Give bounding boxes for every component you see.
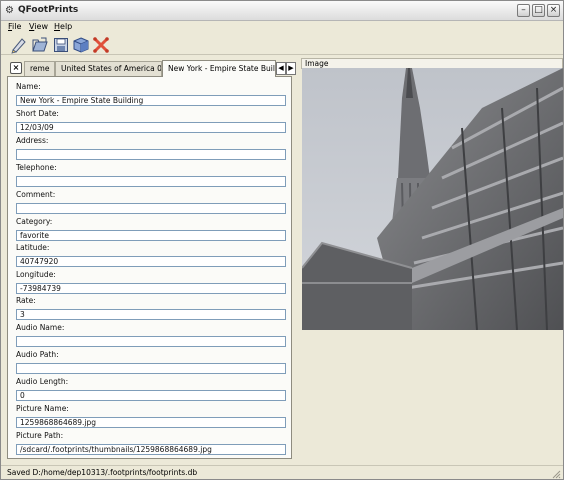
close-window-button[interactable]: ×	[547, 4, 560, 17]
longitude-label: Longitude:	[16, 270, 56, 279]
audio-name-field[interactable]	[16, 336, 286, 347]
menu-help-label: elp	[60, 22, 73, 31]
picture-path-field[interactable]: /sdcard/.footprints/thumbnails/125986886…	[16, 444, 286, 455]
comment-field[interactable]	[16, 203, 286, 214]
new-icon[interactable]	[10, 36, 28, 54]
building-photo	[302, 68, 563, 330]
window-title: QFootPrints	[18, 5, 79, 15]
latitude-label: Latitude:	[16, 243, 50, 252]
telephone-field[interactable]	[16, 176, 286, 187]
tab-usa[interactable]: United States of America 009	[55, 61, 162, 76]
audio-name-label: Audio Name:	[16, 323, 65, 332]
status-text: Saved D:/home/dep10313/.footprints/footp…	[7, 468, 198, 477]
menu-file-label: ile	[12, 22, 22, 31]
open-icon[interactable]	[31, 36, 49, 54]
name-field[interactable]: New York - Empire State Building	[16, 95, 286, 106]
menu-view[interactable]: View	[29, 22, 48, 31]
status-bar: Saved D:/home/dep10313/.footprints/footp…	[1, 465, 563, 479]
cube-icon[interactable]	[72, 36, 90, 54]
short-date-field[interactable]: 12/03/09	[16, 122, 286, 133]
menu-view-label: iew	[34, 22, 48, 31]
address-label: Address:	[16, 136, 49, 145]
picture-path-label: Picture Path:	[16, 431, 64, 440]
minimize-button[interactable]: –	[517, 4, 530, 17]
menu-bar: File View Help	[1, 21, 563, 34]
audio-path-label: Audio Path:	[16, 350, 59, 359]
rate-field[interactable]: 3	[16, 309, 286, 320]
address-field[interactable]	[16, 149, 286, 160]
latitude-field[interactable]: 40747920	[16, 256, 286, 267]
category-label: Category:	[16, 217, 53, 226]
tab-bar: × reme United States of America 009 New …	[7, 60, 296, 77]
picture-name-field[interactable]: 1259868864689.jpg	[16, 417, 286, 428]
tab-empire-state[interactable]: New York - Empire State Building	[162, 60, 276, 77]
tab-reme[interactable]: reme	[24, 61, 55, 76]
rate-label: Rate:	[16, 296, 36, 305]
telephone-label: Telephone:	[16, 163, 57, 172]
save-icon[interactable]	[52, 36, 70, 54]
tab-scroll-left-icon[interactable]: ◀	[276, 62, 286, 75]
audio-length-field[interactable]: 0	[16, 390, 286, 401]
category-field[interactable]: favorite	[16, 230, 286, 241]
close-icon[interactable]	[92, 36, 110, 54]
tab-scroll-right-icon[interactable]: ▶	[286, 62, 296, 75]
name-label: Name:	[16, 82, 41, 91]
maximize-button[interactable]: □	[532, 4, 545, 17]
short-date-label: Short Date:	[16, 109, 59, 118]
details-form: Name: New York - Empire State Building S…	[7, 76, 292, 459]
title-bar[interactable]: ⚙ QFootPrints – □ ×	[1, 1, 563, 21]
close-tab-button[interactable]: ×	[10, 62, 22, 74]
comment-label: Comment:	[16, 190, 56, 199]
picture-name-label: Picture Name:	[16, 404, 69, 413]
longitude-field[interactable]: -73984739	[16, 283, 286, 294]
audio-path-field[interactable]	[16, 363, 286, 374]
toolbar	[1, 34, 563, 55]
main-window: ⚙ QFootPrints – □ × File View Help × rem…	[0, 0, 564, 480]
audio-length-label: Audio Length:	[16, 377, 69, 386]
app-icon: ⚙	[5, 5, 14, 16]
image-panel-label: Image	[305, 59, 329, 68]
menu-help[interactable]: Help	[54, 22, 72, 31]
menu-file[interactable]: File	[8, 22, 21, 31]
resize-grip-icon[interactable]	[551, 469, 561, 479]
